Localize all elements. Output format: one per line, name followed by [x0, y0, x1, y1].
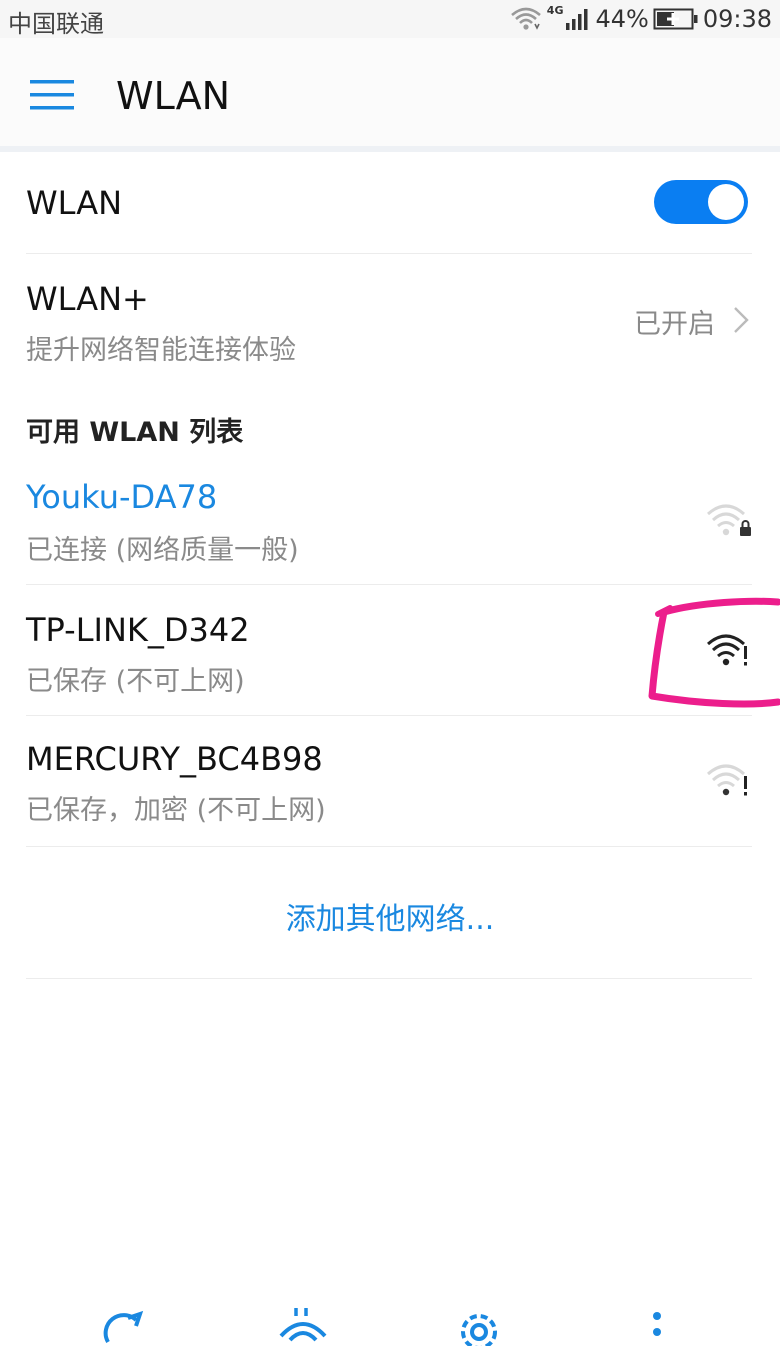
wifi-scan-icon[interactable]	[278, 1306, 328, 1346]
wlan-switch[interactable]	[654, 180, 748, 224]
page-title: WLAN	[116, 74, 231, 118]
wifi-alert-icon	[707, 764, 747, 796]
wlan-toggle-row[interactable]: WLAN	[26, 152, 752, 252]
network-status: 已保存 (不可上网)	[26, 666, 245, 697]
battery-charging-icon	[653, 8, 698, 30]
battery-percent: 44%	[595, 5, 649, 33]
wlan-plus-status: 已开启	[634, 309, 715, 340]
network-item-youku[interactable]: Youku-DA78 已连接 (网络质量一般)	[26, 462, 752, 584]
network-type: 4G	[546, 4, 564, 17]
app-bar: WLAN	[0, 38, 780, 146]
wlan-plus-title: WLAN+	[26, 280, 149, 318]
divider	[26, 846, 752, 847]
clock: 09:38	[702, 5, 772, 33]
wlan-switch-knob	[708, 184, 744, 220]
wifi-lock-icon	[707, 504, 751, 536]
settings-gear-icon[interactable]	[455, 1306, 505, 1346]
network-name: Youku-DA78	[26, 478, 218, 516]
network-status: 已连接 (网络质量一般)	[26, 535, 299, 566]
more-options-icon[interactable]	[632, 1306, 682, 1346]
network-list-header: 可用 WLAN 列表	[26, 417, 244, 448]
chevron-right-icon	[734, 307, 749, 333]
network-item-mercury[interactable]: MERCURY_BC4B98 已保存，加密 (不可上网)	[26, 716, 752, 846]
divider	[26, 978, 752, 979]
carrier-name: 中国联通	[8, 10, 104, 38]
status-bar: 中国联通 4G 44% 09:38	[0, 0, 780, 38]
network-status: 已保存，加密 (不可上网)	[26, 795, 326, 826]
wlan-plus-subtitle: 提升网络智能连接体验	[26, 335, 296, 366]
speed-test-icon[interactable]	[100, 1306, 150, 1346]
annotation-highlight-mark	[648, 597, 780, 708]
signal-strength-icon	[566, 9, 588, 30]
wlan-toggle-label: WLAN	[26, 184, 123, 222]
wifi-status-icon	[510, 7, 541, 30]
hamburger-menu-icon[interactable]	[30, 78, 74, 112]
network-name: MERCURY_BC4B98	[26, 740, 323, 778]
network-name: TP-LINK_D342	[26, 611, 250, 649]
status-icons: 4G 44% 09:38	[509, 2, 772, 36]
add-other-network-link[interactable]: 添加其他网络...	[0, 894, 780, 938]
